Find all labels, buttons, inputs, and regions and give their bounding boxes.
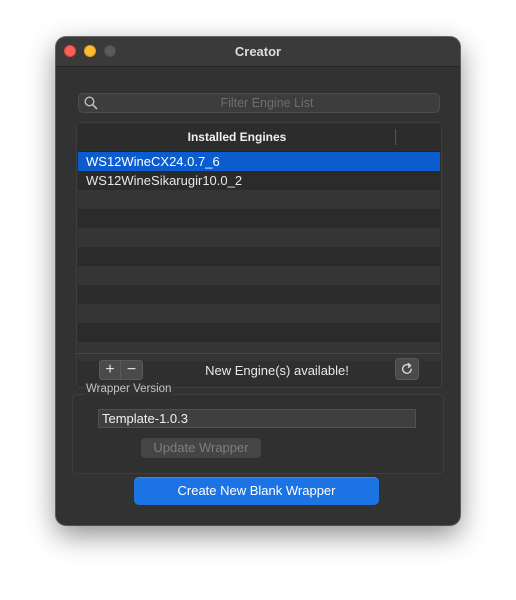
refresh-engines-button[interactable] — [395, 358, 419, 380]
empty-row — [78, 228, 440, 247]
refresh-icon — [401, 362, 412, 374]
engine-list: WS12WineCX24.0.7_6 WS12WineSikarugir10.0… — [78, 152, 440, 361]
update-wrapper-button[interactable]: Update Wrapper — [141, 438, 261, 458]
empty-row — [78, 266, 440, 285]
engine-row[interactable]: WS12WineCX24.0.7_6 — [78, 152, 440, 171]
empty-row — [78, 304, 440, 323]
title-bar: Creator — [56, 37, 460, 67]
empty-row — [78, 285, 440, 304]
empty-row — [78, 209, 440, 228]
column-divider — [395, 129, 396, 145]
window-title: Creator — [234, 44, 282, 59]
wrapper-version-field[interactable]: Template-1.0.3 — [98, 409, 416, 428]
engine-row[interactable]: WS12WineSikarugir10.0_2 — [78, 171, 440, 190]
filter-engine-input[interactable] — [101, 94, 433, 112]
engine-status-text: New Engine(s) available! — [205, 363, 349, 378]
search-icon — [84, 96, 98, 110]
table-header[interactable]: Installed Engines — [77, 123, 441, 152]
add-engine-button[interactable]: + — [99, 360, 121, 380]
installed-engines-column-header[interactable]: Installed Engines — [77, 130, 397, 144]
empty-row — [78, 190, 440, 209]
installed-engines-table: Installed Engines WS12WineCX24.0.7_6 WS1… — [76, 122, 442, 388]
engine-filter-search[interactable] — [78, 93, 440, 113]
creator-window: Creator Installed Engines WS12WineCX24.0… — [56, 37, 460, 525]
wrapper-version-group — [72, 394, 444, 474]
wrapper-version-label: Wrapper Version — [84, 383, 174, 395]
create-blank-wrapper-button[interactable]: Create New Blank Wrapper — [134, 477, 379, 505]
remove-engine-button[interactable]: − — [121, 360, 143, 380]
empty-row — [78, 323, 440, 342]
empty-row — [78, 247, 440, 266]
